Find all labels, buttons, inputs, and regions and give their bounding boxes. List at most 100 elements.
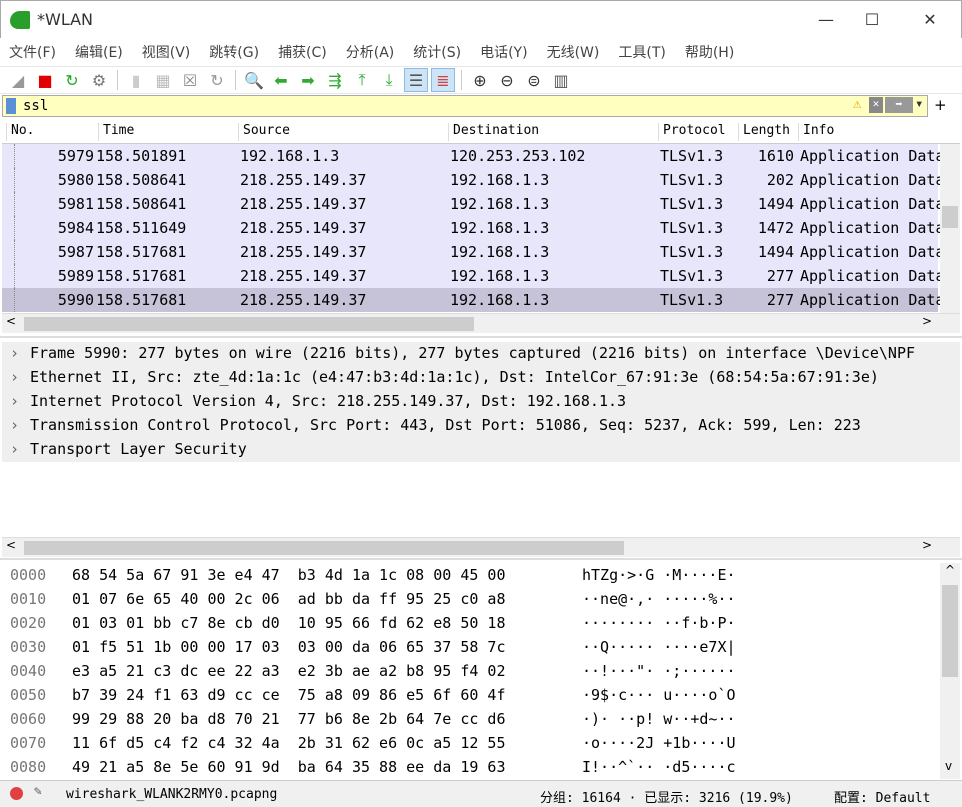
menu-item[interactable]: 文件(F) xyxy=(9,42,56,62)
column-header-destination[interactable]: Destination xyxy=(448,123,539,141)
bytes-vscrollbar[interactable]: ^ v xyxy=(940,563,960,779)
colorize-icon[interactable]: ≣ xyxy=(431,68,455,92)
byte-ascii[interactable]: ········ ··f·b·P· xyxy=(582,614,736,632)
menu-item[interactable]: 分析(A) xyxy=(346,42,395,62)
open-file-icon[interactable]: ▮ xyxy=(124,68,148,92)
display-filter-input[interactable] xyxy=(23,97,823,115)
byte-hex[interactable]: e3 a5 21 c3 dc ee 22 a3 e2 3b ae a2 b8 9… xyxy=(72,662,505,680)
chevron-right-icon[interactable]: › xyxy=(10,344,19,362)
first-packet-icon[interactable]: ⤒ xyxy=(350,68,374,92)
detail-tree-item[interactable]: › Transport Layer Security xyxy=(2,438,960,462)
restart-capture-icon[interactable]: ↻ xyxy=(60,68,84,92)
packet-list-vscrollbar[interactable] xyxy=(940,144,960,314)
byte-hex[interactable]: 11 6f d5 c4 f2 c4 32 4a 2b 31 62 e6 0c a… xyxy=(72,734,505,752)
column-header-protocol[interactable]: Protocol xyxy=(658,123,726,141)
byte-hex[interactable]: 49 21 a5 8e 5e 60 91 9d ba 64 35 88 ee d… xyxy=(72,758,505,776)
maximize-button[interactable]: ☐ xyxy=(849,7,895,33)
expert-info-icon[interactable] xyxy=(10,787,23,800)
packet-cell-length: 1472 xyxy=(757,219,794,237)
menu-item[interactable]: 编辑(E) xyxy=(75,42,123,62)
byte-ascii[interactable]: hTZg·>·G ·M····E· xyxy=(582,566,736,584)
byte-ascii[interactable]: ··ne@·,· ·····%·· xyxy=(582,590,736,608)
packet-row[interactable]: 5984 158.511649 218.255.149.37 192.168.1.3 T… xyxy=(2,216,940,240)
capture-options-icon[interactable]: ⚙ xyxy=(87,68,111,92)
packet-row[interactable]: 5980 158.508641 218.255.149.37 192.168.1.3 T… xyxy=(2,168,940,192)
go-to-packet-icon[interactable]: ⇶ xyxy=(323,68,347,92)
packet-cell-source: 218.255.149.37 xyxy=(240,171,367,189)
toolbar-separator xyxy=(235,70,236,90)
byte-hex[interactable]: 01 07 6e 65 40 00 2c 06 ad bb da ff 95 2… xyxy=(72,590,505,608)
byte-ascii[interactable]: ·o····2J +1b····U xyxy=(582,734,736,752)
bookmark-icon[interactable] xyxy=(6,98,16,114)
chevron-right-icon[interactable]: › xyxy=(10,440,19,458)
column-header-no[interactable]: No. xyxy=(6,123,34,141)
capture-comment-icon[interactable]: ✎ xyxy=(34,784,42,799)
column-header-time[interactable]: Time xyxy=(98,123,134,141)
zoom-out-icon[interactable]: ⊖ xyxy=(495,68,519,92)
packet-row[interactable]: 5990 158.517681 218.255.149.37 192.168.1.3 T… xyxy=(2,288,940,312)
byte-hex[interactable]: 68 54 5a 67 91 3e e4 47 b3 4d 1a 1c 08 0… xyxy=(72,566,505,584)
title-bar: *WLAN — ☐ ✕ xyxy=(0,0,962,38)
close-button[interactable]: ✕ xyxy=(907,7,953,33)
resize-columns-icon[interactable]: ▥ xyxy=(549,68,573,92)
add-filter-button[interactable]: + xyxy=(934,96,947,114)
packet-cell-no: 5980 xyxy=(57,171,94,189)
menu-item[interactable]: 视图(V) xyxy=(142,42,191,62)
shark-fin-start-icon[interactable]: ◢ xyxy=(6,68,30,92)
detail-tree-item[interactable]: › Internet Protocol Version 4, Src: 218.2… xyxy=(2,390,960,414)
column-header-length[interactable]: Length xyxy=(738,123,790,141)
menu-item[interactable]: 电话(Y) xyxy=(480,42,527,62)
clear-filter-icon[interactable]: ✕ xyxy=(869,97,883,113)
minimize-button[interactable]: — xyxy=(803,7,849,33)
find-packet-icon[interactable]: 🔍 xyxy=(242,68,266,92)
save-file-icon[interactable]: ▦ xyxy=(151,68,175,92)
stop-capture-icon[interactable]: ■ xyxy=(33,68,57,92)
autoscroll-icon[interactable]: ☰ xyxy=(404,68,428,92)
packet-row[interactable]: 5979 158.501891 192.168.1.3 120.253.253.102… xyxy=(2,144,940,168)
byte-ascii[interactable]: ·9$·c··· u····o`O xyxy=(582,686,736,704)
profile-selector[interactable]: 配置: Default xyxy=(834,787,930,806)
byte-ascii[interactable]: ··Q····· ····e7X| xyxy=(582,638,736,656)
byte-hex[interactable]: 99 29 88 20 ba d8 70 21 77 b6 8e 2b 64 7… xyxy=(72,710,505,728)
byte-ascii[interactable]: ··!···"· ·;······ xyxy=(582,662,736,680)
reload-file-icon[interactable]: ↻ xyxy=(205,68,229,92)
menu-item[interactable]: 统计(S) xyxy=(413,42,461,62)
packet-cell-no: 5979 xyxy=(57,147,94,165)
packet-row[interactable]: 5987 158.517681 218.255.149.37 192.168.1.3 T… xyxy=(2,240,940,264)
packet-cell-info: Application Data xyxy=(800,147,940,165)
detail-tree-item[interactable]: › Frame 5990: 277 bytes on wire (2216 bit… xyxy=(2,342,960,366)
packet-cell-time: 158.517681 xyxy=(96,267,187,285)
last-packet-icon[interactable]: ⤓ xyxy=(377,68,401,92)
byte-hex[interactable]: 01 03 01 bb c7 8e cb d0 10 95 66 fd 62 e… xyxy=(72,614,505,632)
packet-row[interactable]: 5989 158.517681 218.255.149.37 192.168.1.3 T… xyxy=(2,264,940,288)
filter-dropdown-icon[interactable]: ▾ xyxy=(915,96,923,112)
byte-hex[interactable]: b7 39 24 f1 63 d9 cc ce 75 a8 09 86 e5 6… xyxy=(72,686,505,704)
detail-tree-item[interactable]: › Ethernet II, Src: zte_4d:1a:1c (e4:47:b… xyxy=(2,366,960,390)
chevron-right-icon[interactable]: › xyxy=(10,416,19,434)
column-header-source[interactable]: Source xyxy=(238,123,290,141)
go-forward-icon[interactable]: ➡ xyxy=(296,68,320,92)
byte-ascii[interactable]: ·)· ··p! w··+d~·· xyxy=(582,710,736,728)
packet-row[interactable]: 5981 158.508641 218.255.149.37 192.168.1.3 T… xyxy=(2,192,940,216)
packet-cell-protocol: TLSv1.3 xyxy=(660,195,724,213)
tree-line xyxy=(14,144,15,168)
details-hscrollbar[interactable]: < > xyxy=(2,537,960,557)
go-back-icon[interactable]: ⬅ xyxy=(269,68,293,92)
detail-tree-item[interactable]: › Transmission Control Protocol, Src Port… xyxy=(2,414,960,438)
menu-item[interactable]: 无线(W) xyxy=(547,42,600,62)
menu-item[interactable]: 跳转(G) xyxy=(209,42,259,62)
column-header-info[interactable]: Info xyxy=(798,123,834,141)
menu-item[interactable]: 捕获(C) xyxy=(278,42,327,62)
chevron-right-icon[interactable]: › xyxy=(10,368,19,386)
menu-item[interactable]: 帮助(H) xyxy=(685,42,734,62)
apply-filter-button[interactable]: ➡ xyxy=(885,97,913,113)
close-file-icon[interactable]: ☒ xyxy=(178,68,202,92)
zoom-reset-icon[interactable]: ⊜ xyxy=(522,68,546,92)
zoom-in-icon[interactable]: ⊕ xyxy=(468,68,492,92)
byte-ascii[interactable]: I!··^`·· ·d5····c xyxy=(582,758,736,776)
chevron-right-icon[interactable]: › xyxy=(10,392,19,410)
packet-list-hscrollbar[interactable]: < > xyxy=(2,313,960,333)
byte-hex[interactable]: 01 f5 51 1b 00 00 17 03 03 00 da 06 65 3… xyxy=(72,638,505,656)
menu-item[interactable]: 工具(T) xyxy=(618,42,665,62)
packet-cell-destination: 192.168.1.3 xyxy=(450,171,550,189)
